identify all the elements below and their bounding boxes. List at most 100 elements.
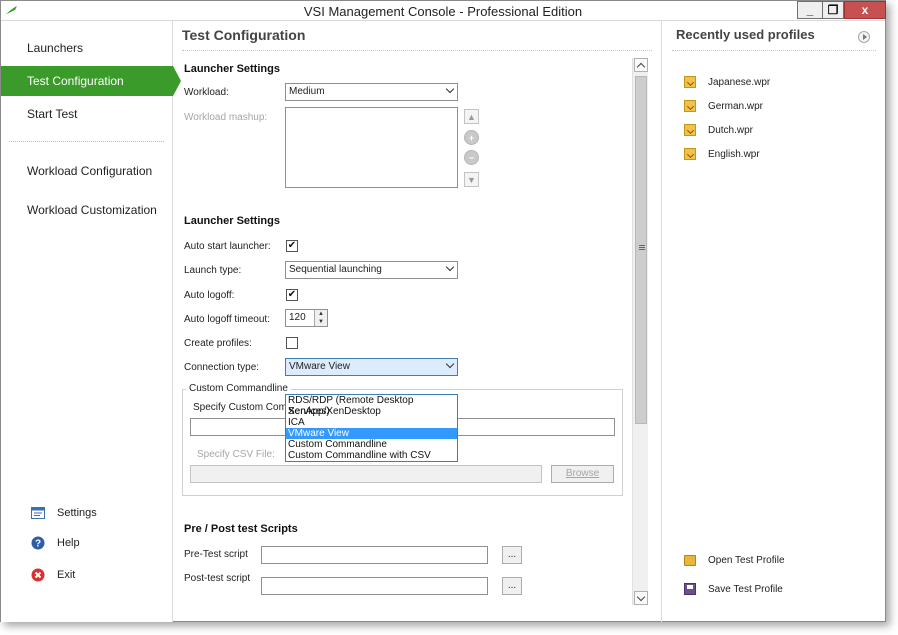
connection-option[interactable]: ICA bbox=[286, 417, 457, 428]
exit-icon bbox=[31, 568, 45, 582]
post-test-script-input[interactable] bbox=[261, 577, 488, 595]
right-title-divider bbox=[672, 50, 876, 51]
open-test-profile-button[interactable]: Open Test Profile bbox=[684, 552, 785, 568]
profile-item[interactable]: German.wpr bbox=[684, 98, 763, 114]
sidebar-item-launchers[interactable]: Launchers bbox=[1, 33, 173, 63]
post-test-browse-button[interactable]: ... bbox=[502, 577, 522, 595]
pre-test-script-label: Pre-Test script bbox=[184, 549, 248, 560]
auto-start-checkbox[interactable]: ✔ bbox=[286, 240, 298, 252]
vertical-scrollbar[interactable] bbox=[632, 58, 648, 605]
move-up-button[interactable]: ▲ bbox=[464, 109, 479, 124]
app-window: VSI Management Console - Professional Ed… bbox=[0, 0, 886, 622]
move-down-button[interactable]: ▼ bbox=[464, 172, 479, 187]
open-test-profile-label: Open Test Profile bbox=[708, 554, 785, 566]
scroll-up-button[interactable] bbox=[634, 58, 648, 72]
connection-option[interactable]: RDS/RDP (Remote Desktop Services) bbox=[286, 395, 457, 417]
window-title: VSI Management Console - Professional Ed… bbox=[303, 4, 583, 19]
connection-option[interactable]: XenApp/XenDesktop bbox=[286, 406, 457, 417]
help-button[interactable]: ? Help bbox=[31, 533, 80, 553]
workload-select[interactable]: Medium bbox=[285, 83, 458, 101]
settings-icon bbox=[31, 506, 45, 520]
main-panel: Test Configuration Launcher Settings Wor… bbox=[174, 21, 659, 622]
sidebar-divider bbox=[9, 141, 164, 142]
connection-option[interactable]: Custom Commandline bbox=[286, 439, 457, 450]
profile-item[interactable]: English.wpr bbox=[684, 146, 760, 162]
spin-arrows-icon[interactable]: ▲ ▼ bbox=[314, 310, 327, 326]
profile-name: Dutch.wpr bbox=[708, 124, 754, 136]
pre-test-script-input[interactable] bbox=[261, 546, 488, 564]
minimize-button[interactable]: _ bbox=[797, 1, 823, 19]
auto-logoff-checkbox[interactable]: ✔ bbox=[286, 289, 298, 301]
sidebar-item-start-test[interactable]: Start Test bbox=[1, 99, 173, 129]
svg-text:?: ? bbox=[35, 539, 41, 550]
csv-browse-button[interactable]: Browse bbox=[551, 465, 614, 483]
folder-open-icon bbox=[684, 554, 696, 566]
pre-test-browse-button[interactable]: ... bbox=[502, 546, 522, 564]
auto-start-label: Auto start launcher: bbox=[184, 241, 271, 252]
launcher-settings-heading: Launcher Settings bbox=[184, 63, 280, 75]
grip-icon bbox=[639, 245, 645, 246]
launch-type-select[interactable]: Sequential launching bbox=[285, 261, 458, 279]
title-bar: VSI Management Console - Professional Ed… bbox=[1, 1, 886, 21]
scroll-thumb[interactable] bbox=[635, 76, 647, 424]
chevron-down-icon bbox=[445, 262, 455, 272]
workload-mashup-label: Workload mashup: bbox=[184, 112, 268, 123]
launch-type-label: Launch type: bbox=[184, 265, 242, 276]
connection-type-dropdown[interactable]: RDS/RDP (Remote Desktop Services) XenApp… bbox=[285, 394, 458, 462]
post-test-script-label: Post-test script bbox=[184, 573, 251, 584]
plus-icon: + bbox=[468, 132, 475, 143]
csv-file-label: Specify CSV File: bbox=[197, 449, 275, 460]
test-configuration-form: Launcher Settings Workload: Medium Workl… bbox=[174, 56, 632, 606]
sidebar-item-workload-customization[interactable]: Workload Customization bbox=[1, 195, 173, 225]
custom-commandline-legend: Custom Commandline bbox=[186, 383, 291, 394]
profile-file-icon bbox=[684, 148, 696, 160]
connection-option[interactable]: Custom Commandline with CSV bbox=[286, 450, 457, 461]
sidebar-item-workload-configuration[interactable]: Workload Configuration bbox=[1, 156, 173, 186]
scripts-heading: Pre / Post test Scripts bbox=[184, 523, 298, 535]
create-profiles-checkbox[interactable] bbox=[286, 337, 298, 349]
help-icon: ? bbox=[31, 536, 45, 550]
sidebar-item-label: Test Configuration bbox=[27, 74, 124, 88]
sidebar-item-test-configuration[interactable]: Test Configuration bbox=[1, 66, 181, 96]
profile-name: German.wpr bbox=[708, 100, 764, 112]
help-label: Help bbox=[57, 537, 80, 549]
expand-arrow-icon[interactable] bbox=[858, 31, 870, 43]
settings-button[interactable]: Settings bbox=[31, 503, 97, 523]
profile-item[interactable]: Dutch.wpr bbox=[684, 122, 753, 138]
workload-value: Medium bbox=[289, 86, 325, 97]
settings-label: Settings bbox=[57, 507, 97, 519]
close-button[interactable]: x bbox=[844, 1, 886, 19]
triangle-down-icon: ▼ bbox=[467, 174, 476, 185]
connection-type-select[interactable]: VMware View bbox=[285, 358, 458, 376]
save-test-profile-label: Save Test Profile bbox=[708, 583, 783, 595]
connection-type-value: VMware View bbox=[289, 361, 350, 372]
browse-label: Browse bbox=[565, 468, 600, 479]
title-divider bbox=[182, 50, 652, 51]
remove-mashup-button[interactable]: − bbox=[464, 150, 479, 165]
restore-button[interactable]: ❐ bbox=[822, 1, 844, 19]
profile-file-icon bbox=[684, 100, 696, 112]
scroll-down-button[interactable] bbox=[634, 591, 648, 605]
auto-logoff-label: Auto logoff: bbox=[184, 290, 235, 301]
profile-name: English.wpr bbox=[708, 148, 760, 160]
specify-custom-commandline-label: Specify Custom Comm bbox=[193, 402, 296, 413]
save-test-profile-button[interactable]: Save Test Profile bbox=[684, 581, 783, 597]
auto-logoff-timeout-label: Auto logoff timeout: bbox=[184, 314, 270, 325]
connection-type-label: Connection type: bbox=[184, 362, 260, 373]
chevron-down-icon bbox=[445, 84, 455, 94]
exit-button[interactable]: Exit bbox=[31, 565, 75, 585]
recent-profiles-panel: Recently used profiles Japanese.wpr Germ… bbox=[661, 21, 886, 622]
page-title: Test Configuration bbox=[182, 27, 306, 43]
minus-icon: − bbox=[468, 152, 475, 163]
timeout-value: 120 bbox=[289, 312, 306, 323]
connection-option-selected[interactable]: VMware View bbox=[286, 428, 457, 439]
workload-mashup-list[interactable] bbox=[285, 107, 458, 188]
launcher-settings-heading-2: Launcher Settings bbox=[184, 215, 280, 227]
profile-item[interactable]: Japanese.wpr bbox=[684, 74, 770, 90]
exit-label: Exit bbox=[57, 569, 76, 581]
create-profiles-label: Create profiles: bbox=[184, 338, 252, 349]
auto-logoff-timeout-stepper[interactable]: 120 ▲ ▼ bbox=[285, 309, 328, 327]
csv-file-input[interactable] bbox=[190, 465, 542, 483]
workload-label: Workload: bbox=[184, 87, 229, 98]
add-mashup-button[interactable]: + bbox=[464, 130, 479, 145]
